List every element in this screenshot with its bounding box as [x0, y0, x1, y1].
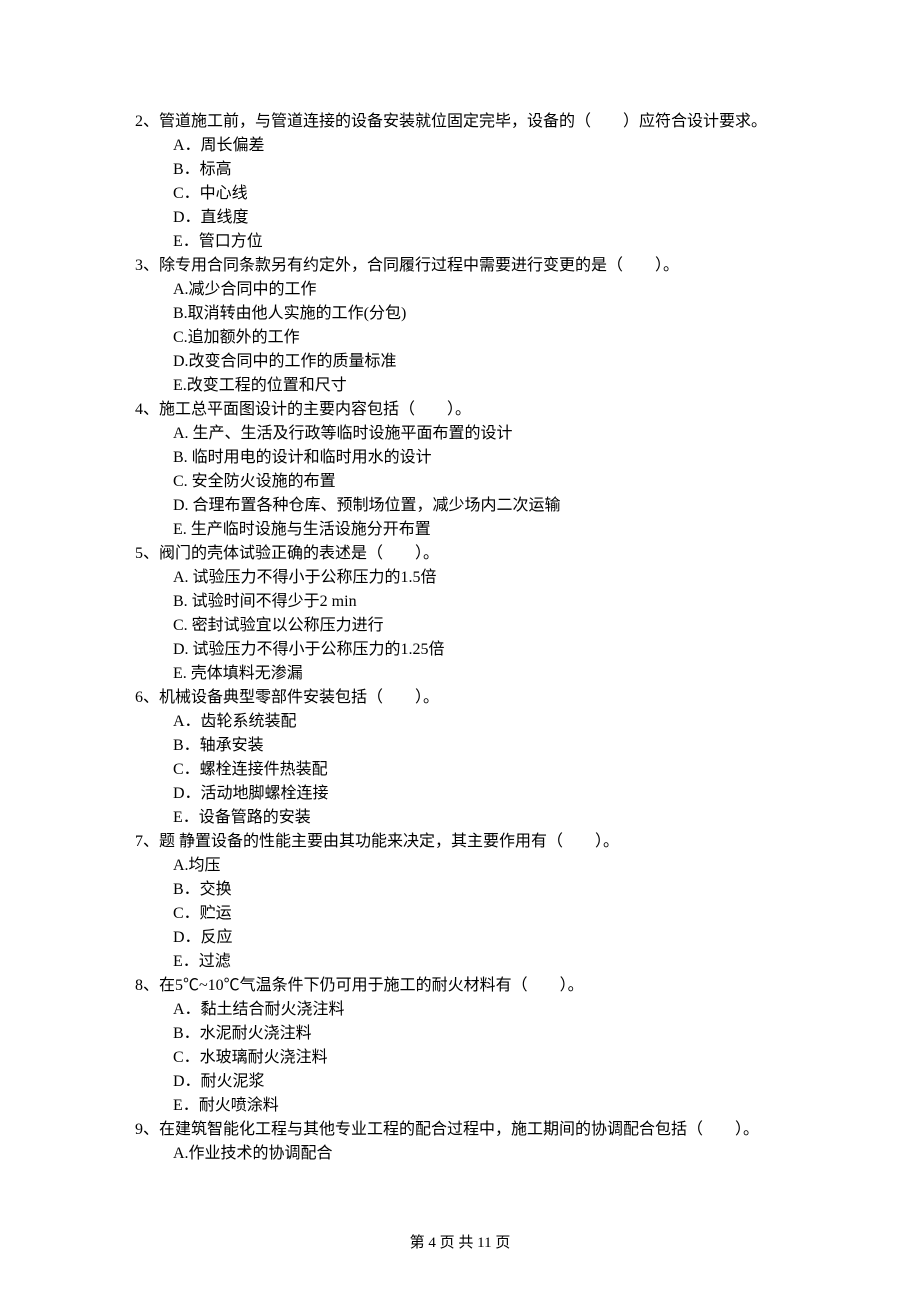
question-stem: 8、在5℃~10℃气温条件下仍可用于施工的耐火材料有（ ）。 [135, 974, 830, 998]
option: D．耐火泥浆 [173, 1070, 830, 1094]
option: D．反应 [173, 926, 830, 950]
question: 6、机械设备典型零部件安装包括（ ）。A．齿轮系统装配B．轴承安装C．螺栓连接件… [135, 686, 830, 830]
option: A.作业技术的协调配合 [173, 1142, 830, 1166]
option: D.改变合同中的工作的质量标准 [173, 350, 830, 374]
option: B．水泥耐火浇注料 [173, 1022, 830, 1046]
page-footer: 第 4 页 共 11 页 [0, 1232, 920, 1255]
question-stem: 4、施工总平面图设计的主要内容包括（ ）。 [135, 398, 830, 422]
option: E. 壳体填料无渗漏 [173, 662, 830, 686]
option-list: A.作业技术的协调配合 [135, 1142, 830, 1166]
option: A.减少合同中的工作 [173, 278, 830, 302]
question: 2、管道施工前，与管道连接的设备安装就位固定完毕，设备的（ ）应符合设计要求。A… [135, 110, 830, 254]
question: 3、除专用合同条款另有约定外，合同履行过程中需要进行变更的是（ ）。A.减少合同… [135, 254, 830, 398]
option: B．标高 [173, 158, 830, 182]
option: A．齿轮系统装配 [173, 710, 830, 734]
option: A. 生产、生活及行政等临时设施平面布置的设计 [173, 422, 830, 446]
option: B．交换 [173, 878, 830, 902]
option: E．耐火喷涂料 [173, 1094, 830, 1118]
question-stem: 7、题 静置设备的性能主要由其功能来决定，其主要作用有（ ）。 [135, 830, 830, 854]
option: A.均压 [173, 854, 830, 878]
question-stem: 9、在建筑智能化工程与其他专业工程的配合过程中，施工期间的协调配合包括（ ）。 [135, 1118, 830, 1142]
option: C．水玻璃耐火浇注料 [173, 1046, 830, 1070]
option-list: A. 生产、生活及行政等临时设施平面布置的设计B. 临时用电的设计和临时用水的设… [135, 422, 830, 542]
option: D. 试验压力不得小于公称压力的1.25倍 [173, 638, 830, 662]
option: C. 密封试验宜以公称压力进行 [173, 614, 830, 638]
option-list: A．黏土结合耐火浇注料B．水泥耐火浇注料C．水玻璃耐火浇注料D．耐火泥浆E．耐火… [135, 998, 830, 1118]
option: E.改变工程的位置和尺寸 [173, 374, 830, 398]
option: E．设备管路的安装 [173, 806, 830, 830]
option: B.取消转由他人实施的工作(分包) [173, 302, 830, 326]
page: 2、管道施工前，与管道连接的设备安装就位固定完毕，设备的（ ）应符合设计要求。A… [0, 0, 920, 1302]
option: D．直线度 [173, 206, 830, 230]
option-list: A．齿轮系统装配B．轴承安装C．螺栓连接件热装配D．活动地脚螺栓连接E．设备管路… [135, 710, 830, 830]
option: D. 合理布置各种仓库、预制场位置，减少场内二次运输 [173, 494, 830, 518]
option-list: A. 试验压力不得小于公称压力的1.5倍B. 试验时间不得少于2 minC. 密… [135, 566, 830, 686]
option: E．过滤 [173, 950, 830, 974]
option: B. 临时用电的设计和临时用水的设计 [173, 446, 830, 470]
option: D．活动地脚螺栓连接 [173, 782, 830, 806]
option-list: A．周长偏差B．标高C．中心线D．直线度E．管口方位 [135, 134, 830, 254]
question-stem: 2、管道施工前，与管道连接的设备安装就位固定完毕，设备的（ ）应符合设计要求。 [135, 110, 830, 134]
option: C.追加额外的工作 [173, 326, 830, 350]
option: C．螺栓连接件热装配 [173, 758, 830, 782]
question: 5、阀门的壳体试验正确的表述是（ ）。A. 试验压力不得小于公称压力的1.5倍B… [135, 542, 830, 686]
questions-list: 2、管道施工前，与管道连接的设备安装就位固定完毕，设备的（ ）应符合设计要求。A… [135, 110, 830, 1166]
option: C. 安全防火设施的布置 [173, 470, 830, 494]
option: E．管口方位 [173, 230, 830, 254]
option-list: A.均压B．交换C．贮运D．反应E．过滤 [135, 854, 830, 974]
option: B. 试验时间不得少于2 min [173, 590, 830, 614]
question: 4、施工总平面图设计的主要内容包括（ ）。A. 生产、生活及行政等临时设施平面布… [135, 398, 830, 542]
option: A．周长偏差 [173, 134, 830, 158]
question-stem: 6、机械设备典型零部件安装包括（ ）。 [135, 686, 830, 710]
option: C．贮运 [173, 902, 830, 926]
option: A．黏土结合耐火浇注料 [173, 998, 830, 1022]
option: E. 生产临时设施与生活设施分开布置 [173, 518, 830, 542]
question: 9、在建筑智能化工程与其他专业工程的配合过程中，施工期间的协调配合包括（ ）。A… [135, 1118, 830, 1166]
option: B．轴承安装 [173, 734, 830, 758]
question: 7、题 静置设备的性能主要由其功能来决定，其主要作用有（ ）。A.均压B．交换C… [135, 830, 830, 974]
option-list: A.减少合同中的工作B.取消转由他人实施的工作(分包)C.追加额外的工作D.改变… [135, 278, 830, 398]
option: C．中心线 [173, 182, 830, 206]
question-stem: 5、阀门的壳体试验正确的表述是（ ）。 [135, 542, 830, 566]
question-stem: 3、除专用合同条款另有约定外，合同履行过程中需要进行变更的是（ ）。 [135, 254, 830, 278]
question: 8、在5℃~10℃气温条件下仍可用于施工的耐火材料有（ ）。A．黏土结合耐火浇注… [135, 974, 830, 1118]
option: A. 试验压力不得小于公称压力的1.5倍 [173, 566, 830, 590]
